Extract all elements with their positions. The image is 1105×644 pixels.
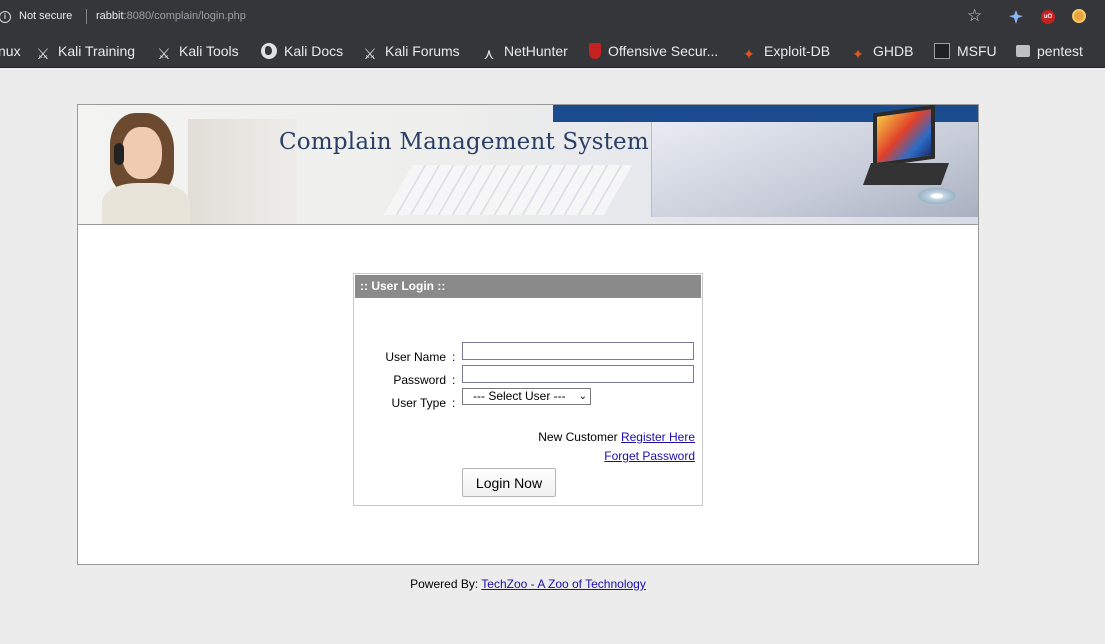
username-input[interactable] [462, 342, 694, 360]
extension-plane-icon[interactable] [1009, 10, 1023, 24]
url-path: :8080/complain/login.php [123, 10, 246, 22]
kali-dragon-icon: ⚔ [157, 46, 171, 63]
bookmark-ghdb[interactable]: ✦ GHDB [850, 41, 914, 62]
bookmark-label: Kali Forums [385, 43, 460, 59]
bookmark-label: nux [0, 43, 21, 59]
bookmark-label: Kali Tools [179, 43, 239, 59]
bookmark-folder-pentest[interactable]: pentest [1016, 41, 1083, 61]
password-label: Password [393, 373, 446, 387]
bookmark-kali-forums[interactable]: ⚔ Kali Forums [362, 41, 460, 63]
header-banner: Complain Management System [78, 105, 978, 225]
bookmark-label: Kali Training [58, 43, 136, 59]
laptop-image [862, 105, 950, 189]
bookmark-label: NetHunter [504, 43, 568, 59]
keyboard-image [383, 165, 633, 215]
exploitdb-icon: ✦ [852, 46, 864, 62]
login-heading: :: User Login :: [355, 275, 701, 298]
info-icon[interactable]: i [0, 11, 11, 23]
bookmark-msfu[interactable]: MSFU [934, 41, 997, 61]
bookmark-label: GHDB [873, 43, 914, 59]
password-input[interactable] [462, 365, 694, 383]
kali-dragon-icon: ⚔ [363, 46, 377, 63]
offsec-icon [589, 43, 601, 59]
usertype-selected-value: --- Select User --- [473, 389, 566, 403]
support-agent-image [102, 113, 190, 224]
ublock-icon[interactable]: uO [1041, 10, 1055, 24]
colon: : [452, 396, 456, 410]
bookmark-kali-tools[interactable]: ⚔ Kali Tools [156, 41, 239, 63]
kali-dragon-icon: ⚔ [36, 46, 50, 63]
bookmark-label: Kali Docs [284, 43, 344, 59]
bookmark-label: pentest [1037, 43, 1083, 59]
bookmark-offensive-security[interactable]: Offensive Secur... [587, 41, 718, 61]
forgot-line: Forget Password [604, 449, 695, 463]
login-button[interactable]: Login Now [462, 468, 556, 497]
usertype-label: User Type [391, 396, 446, 410]
globe-icon [261, 43, 277, 59]
page-container: Complain Management System :: User Login… [77, 104, 979, 565]
url-host: rabbit [96, 10, 124, 22]
login-form: :: User Login :: User Name : Password : … [353, 273, 703, 506]
bookmark-label: MSFU [957, 43, 997, 59]
username-label: User Name [385, 350, 446, 364]
techzoo-link[interactable]: TechZoo - A Zoo of Technology [481, 577, 646, 591]
banner-title: Complain Management System [279, 129, 649, 155]
bookmarks-bar: nux ⚔ Kali Training ⚔ Kali Tools Kali Docs… [0, 34, 1105, 68]
bookmark-kali-training[interactable]: ⚔ Kali Training [35, 41, 136, 63]
register-line: New Customer Register Here [538, 430, 695, 444]
colon: : [452, 350, 456, 364]
new-customer-text: New Customer [538, 430, 618, 444]
url-field[interactable]: rabbit:8080/complain/login.php [96, 10, 246, 22]
footer: Powered By: TechZoo - A Zoo of Technolog… [0, 577, 1056, 591]
powered-by-text: Powered By: [410, 577, 479, 591]
usertype-select[interactable]: --- Select User --- ⌄ [462, 388, 591, 405]
security-indicator[interactable]: Not secure [19, 10, 72, 22]
bookmark-label: Offensive Secur... [608, 43, 719, 59]
bookmark-nux[interactable]: nux [0, 41, 21, 61]
bookmark-exploit-db[interactable]: ✦ Exploit-DB [741, 41, 831, 62]
bookmark-label: Exploit-DB [764, 43, 831, 59]
divider [86, 9, 87, 24]
forgot-password-link[interactable]: Forget Password [604, 449, 695, 463]
cd-disc-image [916, 187, 958, 205]
nethunter-icon: ⋏ [483, 46, 495, 63]
folder-icon [1016, 45, 1030, 57]
bookmark-nethunter[interactable]: ⋏ NetHunter [481, 41, 568, 63]
exploitdb-icon: ✦ [743, 46, 755, 62]
cookie-extension-icon[interactable] [1072, 9, 1086, 23]
colon: : [452, 373, 456, 387]
bookmark-star-icon[interactable]: ☆ [967, 7, 982, 25]
register-link[interactable]: Register Here [621, 430, 695, 444]
chevron-down-icon: ⌄ [578, 391, 587, 402]
metasploit-icon [934, 43, 950, 59]
browser-address-bar: i Not secure rabbit:8080/complain/login.… [0, 0, 1105, 34]
bookmark-kali-docs[interactable]: Kali Docs [261, 41, 343, 61]
